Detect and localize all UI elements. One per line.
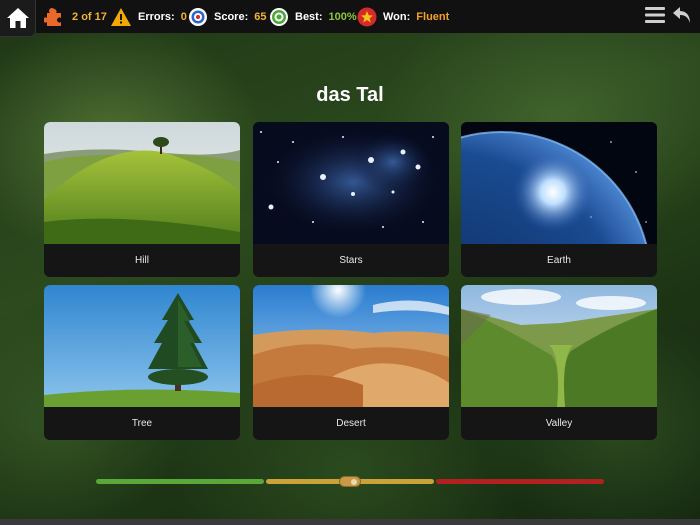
top-bar: 2 of 17 Errors: 0 Score: 65 Best: 100% W… (0, 0, 700, 37)
puzzle-icon (44, 7, 61, 26)
score-label: Score: (214, 10, 249, 23)
slider-knob[interactable] (339, 476, 361, 487)
won-value: Fluent (416, 10, 450, 23)
best-value: 100% (328, 10, 357, 23)
choice-label: Desert (336, 418, 366, 429)
bottom-strip (0, 519, 700, 525)
tree-image (44, 285, 240, 407)
errors-label: Errors: (138, 10, 175, 23)
target-icon (189, 7, 207, 26)
won-counter: Won: Fluent (357, 0, 449, 33)
won-label: Won: (383, 10, 411, 23)
choice-card-tree[interactable]: Tree (44, 285, 240, 440)
choice-label: Tree (131, 418, 153, 429)
star-badge-icon (357, 7, 377, 26)
progress-of: of (81, 10, 92, 23)
home-icon (6, 8, 29, 28)
choice-card-desert[interactable]: Desert (253, 285, 449, 440)
choice-card-earth[interactable]: Earth (461, 122, 657, 277)
choice-label: Valley (545, 418, 573, 429)
progress-current: 2 (72, 10, 79, 23)
best-counter: Best: 100% (269, 0, 357, 33)
best-label: Best: (295, 10, 323, 23)
errors-counter: Errors: 0 (110, 0, 187, 33)
earth-image (461, 122, 657, 244)
choice-card-stars[interactable]: Stars (253, 122, 449, 277)
choice-label: Stars (339, 255, 363, 266)
stars-image (253, 122, 449, 244)
valley-image (461, 285, 657, 407)
menu-icon (645, 7, 665, 23)
choice-card-valley[interactable]: Valley (461, 285, 657, 440)
bullseye-icon (270, 7, 288, 26)
menu-button[interactable] (644, 4, 666, 26)
hill-image (44, 122, 240, 244)
back-button[interactable] (671, 4, 693, 26)
choice-label: Hill (135, 255, 149, 266)
choice-label: Earth (547, 255, 571, 266)
slider-segment-easy (96, 479, 264, 484)
home-button[interactable] (0, 0, 36, 37)
question-word: das Tal (316, 84, 384, 106)
progress-total: 17 (94, 10, 107, 23)
score-counter: Score: 65 (188, 0, 267, 33)
errors-value: 0 (180, 10, 187, 23)
back-arrow-icon (673, 7, 690, 23)
progress-counter: 2 of 17 (44, 0, 107, 33)
slider-segment-hard (436, 479, 604, 484)
score-value: 65 (254, 10, 267, 23)
warning-icon (111, 7, 131, 26)
desert-image (253, 285, 449, 407)
choice-card-hill[interactable]: Hill (44, 122, 240, 277)
